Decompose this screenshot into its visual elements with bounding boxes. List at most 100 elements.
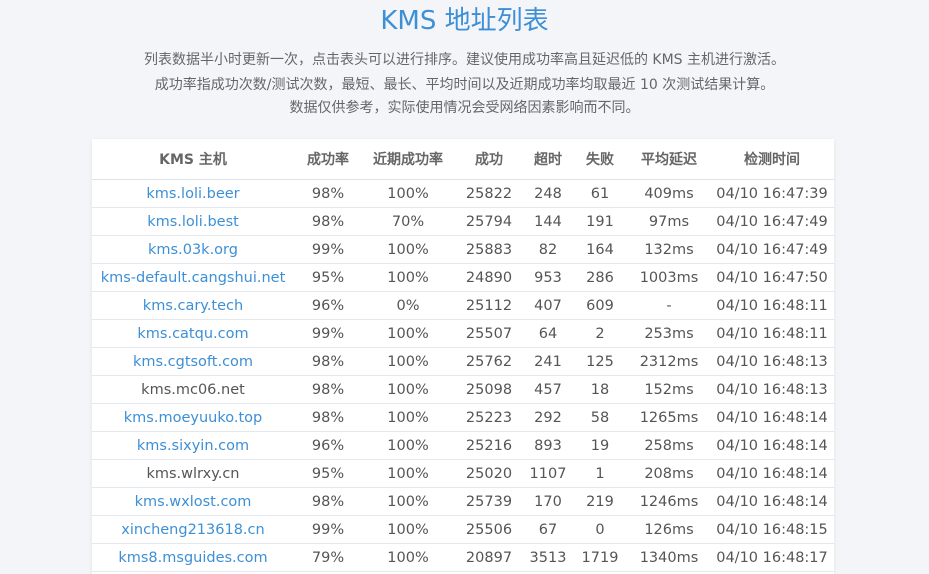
check-time-cell: 04/10 16:48:14 bbox=[710, 459, 834, 488]
check-time-cell: 04/10 16:48:13 bbox=[710, 347, 834, 376]
timeout-count-cell: 893 bbox=[524, 431, 572, 460]
latency-cell: 132ms bbox=[628, 235, 710, 264]
fail-count-cell: 609 bbox=[572, 291, 628, 320]
column-header-success-rate[interactable]: 成功率 bbox=[294, 139, 362, 180]
check-time-cell: 04/10 16:48:14 bbox=[710, 403, 834, 432]
description-line-1: 列表数据半小时更新一次，点击表头可以进行排序。建议使用成功率高且延迟低的 KMS… bbox=[143, 52, 786, 68]
host-cell[interactable]: kms.loli.best bbox=[92, 207, 294, 236]
column-header-timeout[interactable]: 超时 bbox=[524, 139, 572, 180]
table-row: kms.cgtsoft.com 98% 100% 25762 241 125 2312ms 0… bbox=[92, 347, 834, 376]
success-count-cell: 25112 bbox=[454, 291, 524, 320]
success-rate-cell: 99% bbox=[294, 515, 362, 544]
host-cell[interactable]: xincheng213618.cn bbox=[92, 515, 294, 544]
fail-count-cell: 0 bbox=[572, 515, 628, 544]
host-cell[interactable]: kms.wxlost.com bbox=[92, 487, 294, 516]
latency-cell: 208ms bbox=[628, 459, 710, 488]
timeout-count-cell: 144 bbox=[524, 207, 572, 236]
success-rate-cell: 98% bbox=[294, 487, 362, 516]
timeout-count-cell: 407 bbox=[524, 291, 572, 320]
latency-cell: 1246ms bbox=[628, 487, 710, 516]
recent-rate-cell: 100% bbox=[362, 459, 454, 488]
success-rate-cell: 95% bbox=[294, 263, 362, 292]
check-time-cell: 04/10 16:48:15 bbox=[710, 515, 834, 544]
latency-cell: 253ms bbox=[628, 319, 710, 348]
fail-count-cell: 2 bbox=[572, 319, 628, 348]
check-time-cell: 04/10 16:48:11 bbox=[710, 291, 834, 320]
table-row: kms.wxlost.com 98% 100% 25739 170 219 1246ms 04… bbox=[92, 487, 834, 516]
host-cell[interactable]: kms-default.cangshui.net bbox=[92, 263, 294, 292]
page: KMS 地址列表 列表数据半小时更新一次，点击表头可以进行排序。建议使用成功率高… bbox=[0, 0, 929, 574]
recent-rate-cell: 0% bbox=[362, 291, 454, 320]
column-header-check-time[interactable]: 检测时间 bbox=[710, 139, 834, 180]
fail-count-cell: 58 bbox=[572, 403, 628, 432]
success-count-cell: 25216 bbox=[454, 431, 524, 460]
check-time-cell: 04/10 16:48:14 bbox=[710, 487, 834, 516]
recent-rate-cell: 100% bbox=[362, 235, 454, 264]
fail-count-cell: 164 bbox=[572, 235, 628, 264]
host-cell[interactable]: kms8.msguides.com bbox=[92, 543, 294, 572]
recent-rate-cell: 100% bbox=[362, 375, 454, 404]
success-count-cell: 25883 bbox=[454, 235, 524, 264]
column-header-latency[interactable]: 平均延迟 bbox=[628, 139, 710, 180]
host-cell[interactable]: kms.catqu.com bbox=[92, 319, 294, 348]
check-time-cell: 04/10 16:47:49 bbox=[710, 235, 834, 264]
timeout-count-cell: 248 bbox=[524, 179, 572, 208]
host-cell[interactable]: kms.moeyuuko.top bbox=[92, 403, 294, 432]
success-count-cell: 25507 bbox=[454, 319, 524, 348]
timeout-count-cell: 170 bbox=[524, 487, 572, 516]
recent-rate-cell: 100% bbox=[362, 543, 454, 572]
latency-cell: 409ms bbox=[628, 179, 710, 208]
fail-count-cell: 125 bbox=[572, 347, 628, 376]
table-row: kms.catqu.com 99% 100% 25507 64 2 253ms 04/10 1… bbox=[92, 319, 834, 348]
success-count-cell: 25506 bbox=[454, 515, 524, 544]
fail-count-cell: 219 bbox=[572, 487, 628, 516]
recent-rate-cell: 100% bbox=[362, 431, 454, 460]
column-header-host[interactable]: KMS 主机 bbox=[92, 139, 294, 180]
success-count-cell: 25762 bbox=[454, 347, 524, 376]
latency-cell: 97ms bbox=[628, 207, 710, 236]
host-cell[interactable]: kms.03k.org bbox=[92, 235, 294, 264]
fail-count-cell: 191 bbox=[572, 207, 628, 236]
timeout-count-cell: 1107 bbox=[524, 459, 572, 488]
timeout-count-cell: 64 bbox=[524, 319, 572, 348]
timeout-count-cell: 241 bbox=[524, 347, 572, 376]
recent-rate-cell: 70% bbox=[362, 207, 454, 236]
check-time-cell: 04/10 16:48:13 bbox=[710, 375, 834, 404]
timeout-count-cell: 3513 bbox=[524, 543, 572, 572]
success-count-cell: 25822 bbox=[454, 179, 524, 208]
check-time-cell: 04/10 16:47:49 bbox=[710, 207, 834, 236]
latency-cell: 152ms bbox=[628, 375, 710, 404]
table-header-row: KMS 主机 成功率 近期成功率 成功 超时 失败 平均延迟 检测时间 bbox=[92, 139, 834, 180]
recent-rate-cell: 100% bbox=[362, 319, 454, 348]
host-cell: kms.mc06.net bbox=[92, 375, 294, 404]
recent-rate-cell: 100% bbox=[362, 403, 454, 432]
column-header-recent-rate[interactable]: 近期成功率 bbox=[362, 139, 454, 180]
column-header-success[interactable]: 成功 bbox=[454, 139, 524, 180]
host-cell[interactable]: kms.loli.beer bbox=[92, 179, 294, 208]
fail-count-cell: 61 bbox=[572, 179, 628, 208]
timeout-count-cell: 67 bbox=[524, 515, 572, 544]
kms-table: KMS 主机 成功率 近期成功率 成功 超时 失败 平均延迟 检测时间 kms.… bbox=[92, 139, 834, 572]
success-count-cell: 25098 bbox=[454, 375, 524, 404]
fail-count-cell: 1 bbox=[572, 459, 628, 488]
success-rate-cell: 96% bbox=[294, 431, 362, 460]
kms-table-card: KMS 主机 成功率 近期成功率 成功 超时 失败 平均延迟 检测时间 kms.… bbox=[92, 139, 834, 574]
success-count-cell: 25739 bbox=[454, 487, 524, 516]
check-time-cell: 04/10 16:47:50 bbox=[710, 263, 834, 292]
page-title: KMS 地址列表 bbox=[380, 6, 549, 36]
timeout-count-cell: 953 bbox=[524, 263, 572, 292]
recent-rate-cell: 100% bbox=[362, 515, 454, 544]
success-count-cell: 24890 bbox=[454, 263, 524, 292]
success-rate-cell: 98% bbox=[294, 207, 362, 236]
table-row: kms.cary.tech 96% 0% 25112 407 609-04/10 16:4… bbox=[92, 291, 834, 320]
host-cell[interactable]: kms.cgtsoft.com bbox=[92, 347, 294, 376]
host-cell[interactable]: kms.cary.tech bbox=[92, 291, 294, 320]
success-rate-cell: 98% bbox=[294, 375, 362, 404]
recent-rate-cell: 100% bbox=[362, 263, 454, 292]
table-row: xincheng213618.cn 99% 100% 25506 67 0 126ms 04/… bbox=[92, 515, 834, 544]
column-header-fail[interactable]: 失败 bbox=[572, 139, 628, 180]
fail-count-cell: 1719 bbox=[572, 543, 628, 572]
host-cell[interactable]: kms.sixyin.com bbox=[92, 431, 294, 460]
table-row: kms.moeyuuko.top 98% 100% 25223 292 58 1265ms 0… bbox=[92, 403, 834, 432]
latency-cell: 2312ms bbox=[628, 347, 710, 376]
